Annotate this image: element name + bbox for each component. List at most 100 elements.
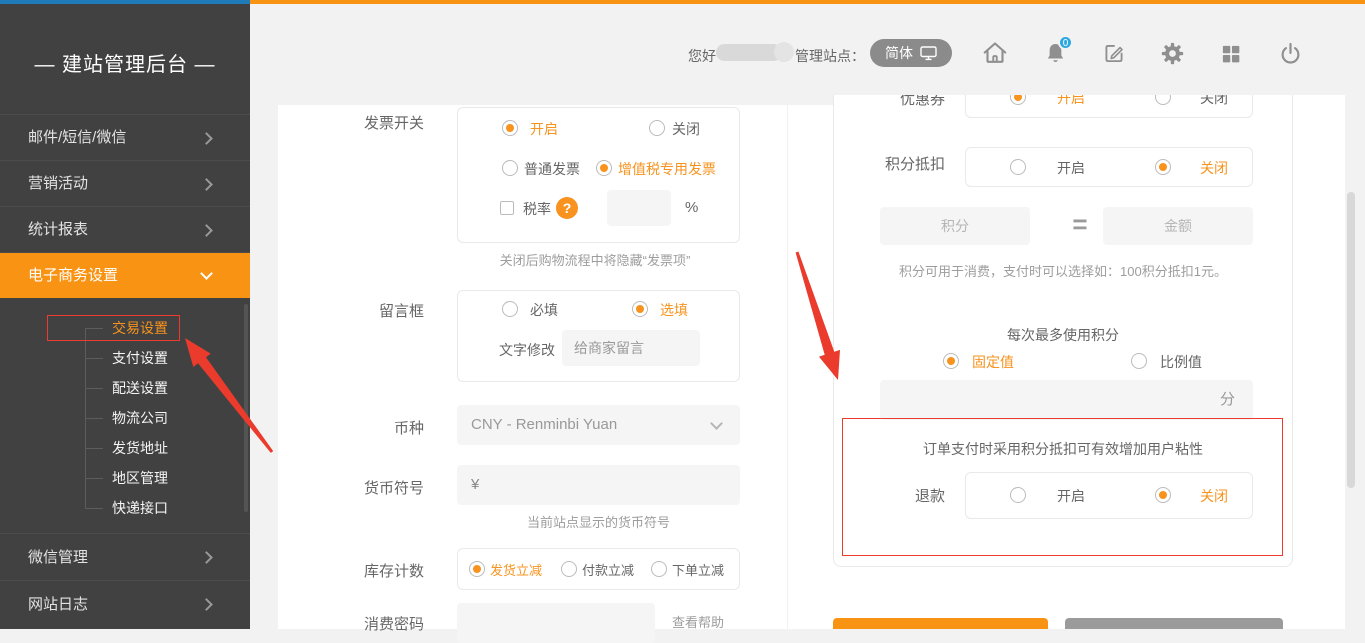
amount-input[interactable]: 金额 — [1103, 207, 1253, 245]
msg-text-input[interactable]: 给商家留言 — [562, 330, 700, 366]
invoice-off-label[interactable]: 关闭 — [672, 119, 700, 139]
sidebar-item-mail-sms-wechat[interactable]: 邮件/短信/微信 — [0, 114, 250, 160]
tax-rate-input[interactable] — [607, 190, 671, 226]
equals-sign: = — [1050, 205, 1110, 243]
help-question-icon[interactable]: ? — [556, 197, 578, 219]
chevron-right-icon — [200, 551, 213, 564]
logout-power-icon[interactable] — [1277, 40, 1304, 67]
points-deduct-on-label[interactable]: 开启 — [1057, 158, 1085, 178]
sidebar-item-label: 网站日志 — [28, 581, 88, 628]
content-scrollbar[interactable] — [1347, 192, 1355, 488]
stock-pay-label[interactable]: 付款立减 — [582, 560, 634, 579]
points-deduct-off-label[interactable]: 关闭 — [1200, 158, 1228, 178]
stock-ship-radio[interactable] — [469, 561, 485, 577]
settings-gear-icon[interactable] — [1159, 40, 1186, 67]
site-switcher-label: 简体 — [885, 43, 913, 63]
submenu-item-logistics-company[interactable]: 物流公司 — [112, 408, 168, 428]
card-top-gap — [278, 95, 833, 105]
refund-on-label[interactable]: 开启 — [1057, 486, 1085, 506]
msg-required-label[interactable]: 必填 — [530, 300, 558, 320]
stock-pay-radio[interactable] — [561, 561, 577, 577]
points-deduct-off-radio[interactable] — [1155, 159, 1171, 175]
invoice-vat-radio[interactable] — [596, 160, 612, 176]
msg-required-radio[interactable] — [502, 301, 518, 317]
submenu-item-trade-settings[interactable]: 交易设置 — [112, 318, 168, 338]
sidebar-item-ecommerce-settings[interactable]: 电子商务设置 — [0, 252, 250, 298]
tax-rate-label[interactable]: 税率 — [523, 199, 551, 219]
edit-icon[interactable] — [1101, 40, 1127, 66]
chevron-right-icon — [200, 224, 213, 237]
fixed-value-label[interactable]: 固定值 — [972, 352, 1014, 372]
refund-off-label[interactable]: 关闭 — [1200, 486, 1228, 506]
avatar — [774, 42, 794, 62]
ratio-value-label[interactable]: 比例值 — [1160, 352, 1202, 372]
submenu-tree-tick — [86, 448, 103, 449]
currency-symbol-help: 当前站点显示的货币符号 — [457, 512, 740, 531]
stock-ship-label[interactable]: 发货立减 — [490, 560, 542, 579]
save-button[interactable] — [833, 618, 1048, 629]
submenu-item-delivery-settings[interactable]: 配送设置 — [112, 378, 168, 398]
app-title: — 建站管理后台 — — [0, 48, 250, 77]
cancel-button[interactable] — [1065, 618, 1283, 629]
fixed-value-radio[interactable] — [943, 353, 959, 369]
currency-symbol-input[interactable]: ¥ — [457, 465, 740, 505]
greeting-text: 您好 — [688, 46, 716, 66]
invoice-vat-label[interactable]: 增值税专用发票 — [618, 159, 716, 179]
currency-select[interactable]: CNY - Renminbi Yuan — [457, 405, 740, 445]
points-input[interactable]: 积分 — [880, 207, 1030, 245]
submenu-tree-tick — [86, 478, 103, 479]
consume-password-input[interactable] — [457, 603, 655, 643]
invoice-normal-label[interactable]: 普通发票 — [524, 159, 580, 179]
sidebar-item-statistics[interactable]: 统计报表 — [0, 206, 250, 252]
sidebar-item-wechat-management[interactable]: 微信管理 — [0, 533, 250, 580]
submenu-item-express-interface[interactable]: 快递接口 — [112, 498, 168, 518]
refund-off-radio[interactable] — [1155, 487, 1171, 503]
apps-grid-icon[interactable] — [1218, 41, 1244, 67]
submenu-item-payment-settings[interactable]: 支付设置 — [112, 348, 168, 368]
refund-on-radio[interactable] — [1010, 487, 1026, 503]
points-deduct-on-radio[interactable] — [1010, 159, 1026, 175]
refund-label: 退款 — [860, 485, 945, 506]
invoice-on-radio[interactable] — [502, 120, 518, 136]
coupon-label: 优惠券 — [860, 95, 945, 109]
submenu-tree-tick — [86, 358, 103, 359]
sidebar-item-site-log[interactable]: 网站日志 — [0, 580, 250, 629]
consume-password-label: 消费密码 — [320, 613, 424, 634]
submenu-tree-tick — [86, 388, 103, 389]
tax-unit-label: % — [685, 199, 698, 216]
coupon-off-label[interactable]: 关闭 — [1200, 95, 1228, 108]
tax-rate-checkbox[interactable] — [500, 201, 514, 215]
notification-badge: 0 — [1058, 35, 1073, 50]
view-help-link[interactable]: 查看帮助 — [672, 612, 724, 631]
submenu-item-region-management[interactable]: 地区管理 — [112, 468, 168, 488]
ratio-value-radio[interactable] — [1131, 353, 1147, 369]
home-icon[interactable] — [980, 38, 1010, 68]
column-divider — [787, 105, 788, 629]
invoice-on-label[interactable]: 开启 — [530, 119, 558, 139]
msg-optional-radio[interactable] — [632, 301, 648, 317]
topbar: 您好 管理站点： 简体 0 — [250, 4, 1365, 95]
points-deduct-label: 积分抵扣 — [860, 153, 945, 174]
points-note-text: 订单支付时采用积分抵扣可有效增加用户粘性 — [833, 439, 1293, 459]
msg-optional-label[interactable]: 选填 — [660, 300, 688, 320]
coupon-on-label[interactable]: 开启 — [1057, 95, 1085, 108]
max-points-title: 每次最多使用积分 — [833, 325, 1293, 345]
submenu-tree-tick — [86, 508, 103, 509]
chevron-right-icon — [200, 178, 213, 191]
stock-order-radio[interactable] — [651, 561, 667, 577]
invoice-switch-label: 发票开关 — [320, 112, 424, 133]
invoice-help-text: 关闭后购物流程中将隐藏“发票项” — [445, 250, 745, 269]
invoice-normal-radio[interactable] — [502, 160, 518, 176]
monitor-icon — [920, 46, 937, 61]
currency-symbol-label: 货币符号 — [320, 477, 424, 498]
sidebar-item-label: 微信管理 — [28, 534, 88, 581]
invoice-off-radio[interactable] — [649, 120, 665, 136]
submenu-item-shipping-address[interactable]: 发货地址 — [112, 438, 168, 458]
username-redacted — [716, 44, 782, 61]
msg-edit-label: 文字修改 — [499, 340, 555, 360]
stock-order-label[interactable]: 下单立减 — [672, 560, 724, 579]
sidebar-item-marketing[interactable]: 营销活动 — [0, 160, 250, 206]
max-points-input[interactable]: 分 — [880, 380, 1253, 420]
sidebar-scrollbar[interactable] — [244, 304, 248, 512]
site-switcher-button[interactable]: 简体 — [870, 39, 952, 67]
